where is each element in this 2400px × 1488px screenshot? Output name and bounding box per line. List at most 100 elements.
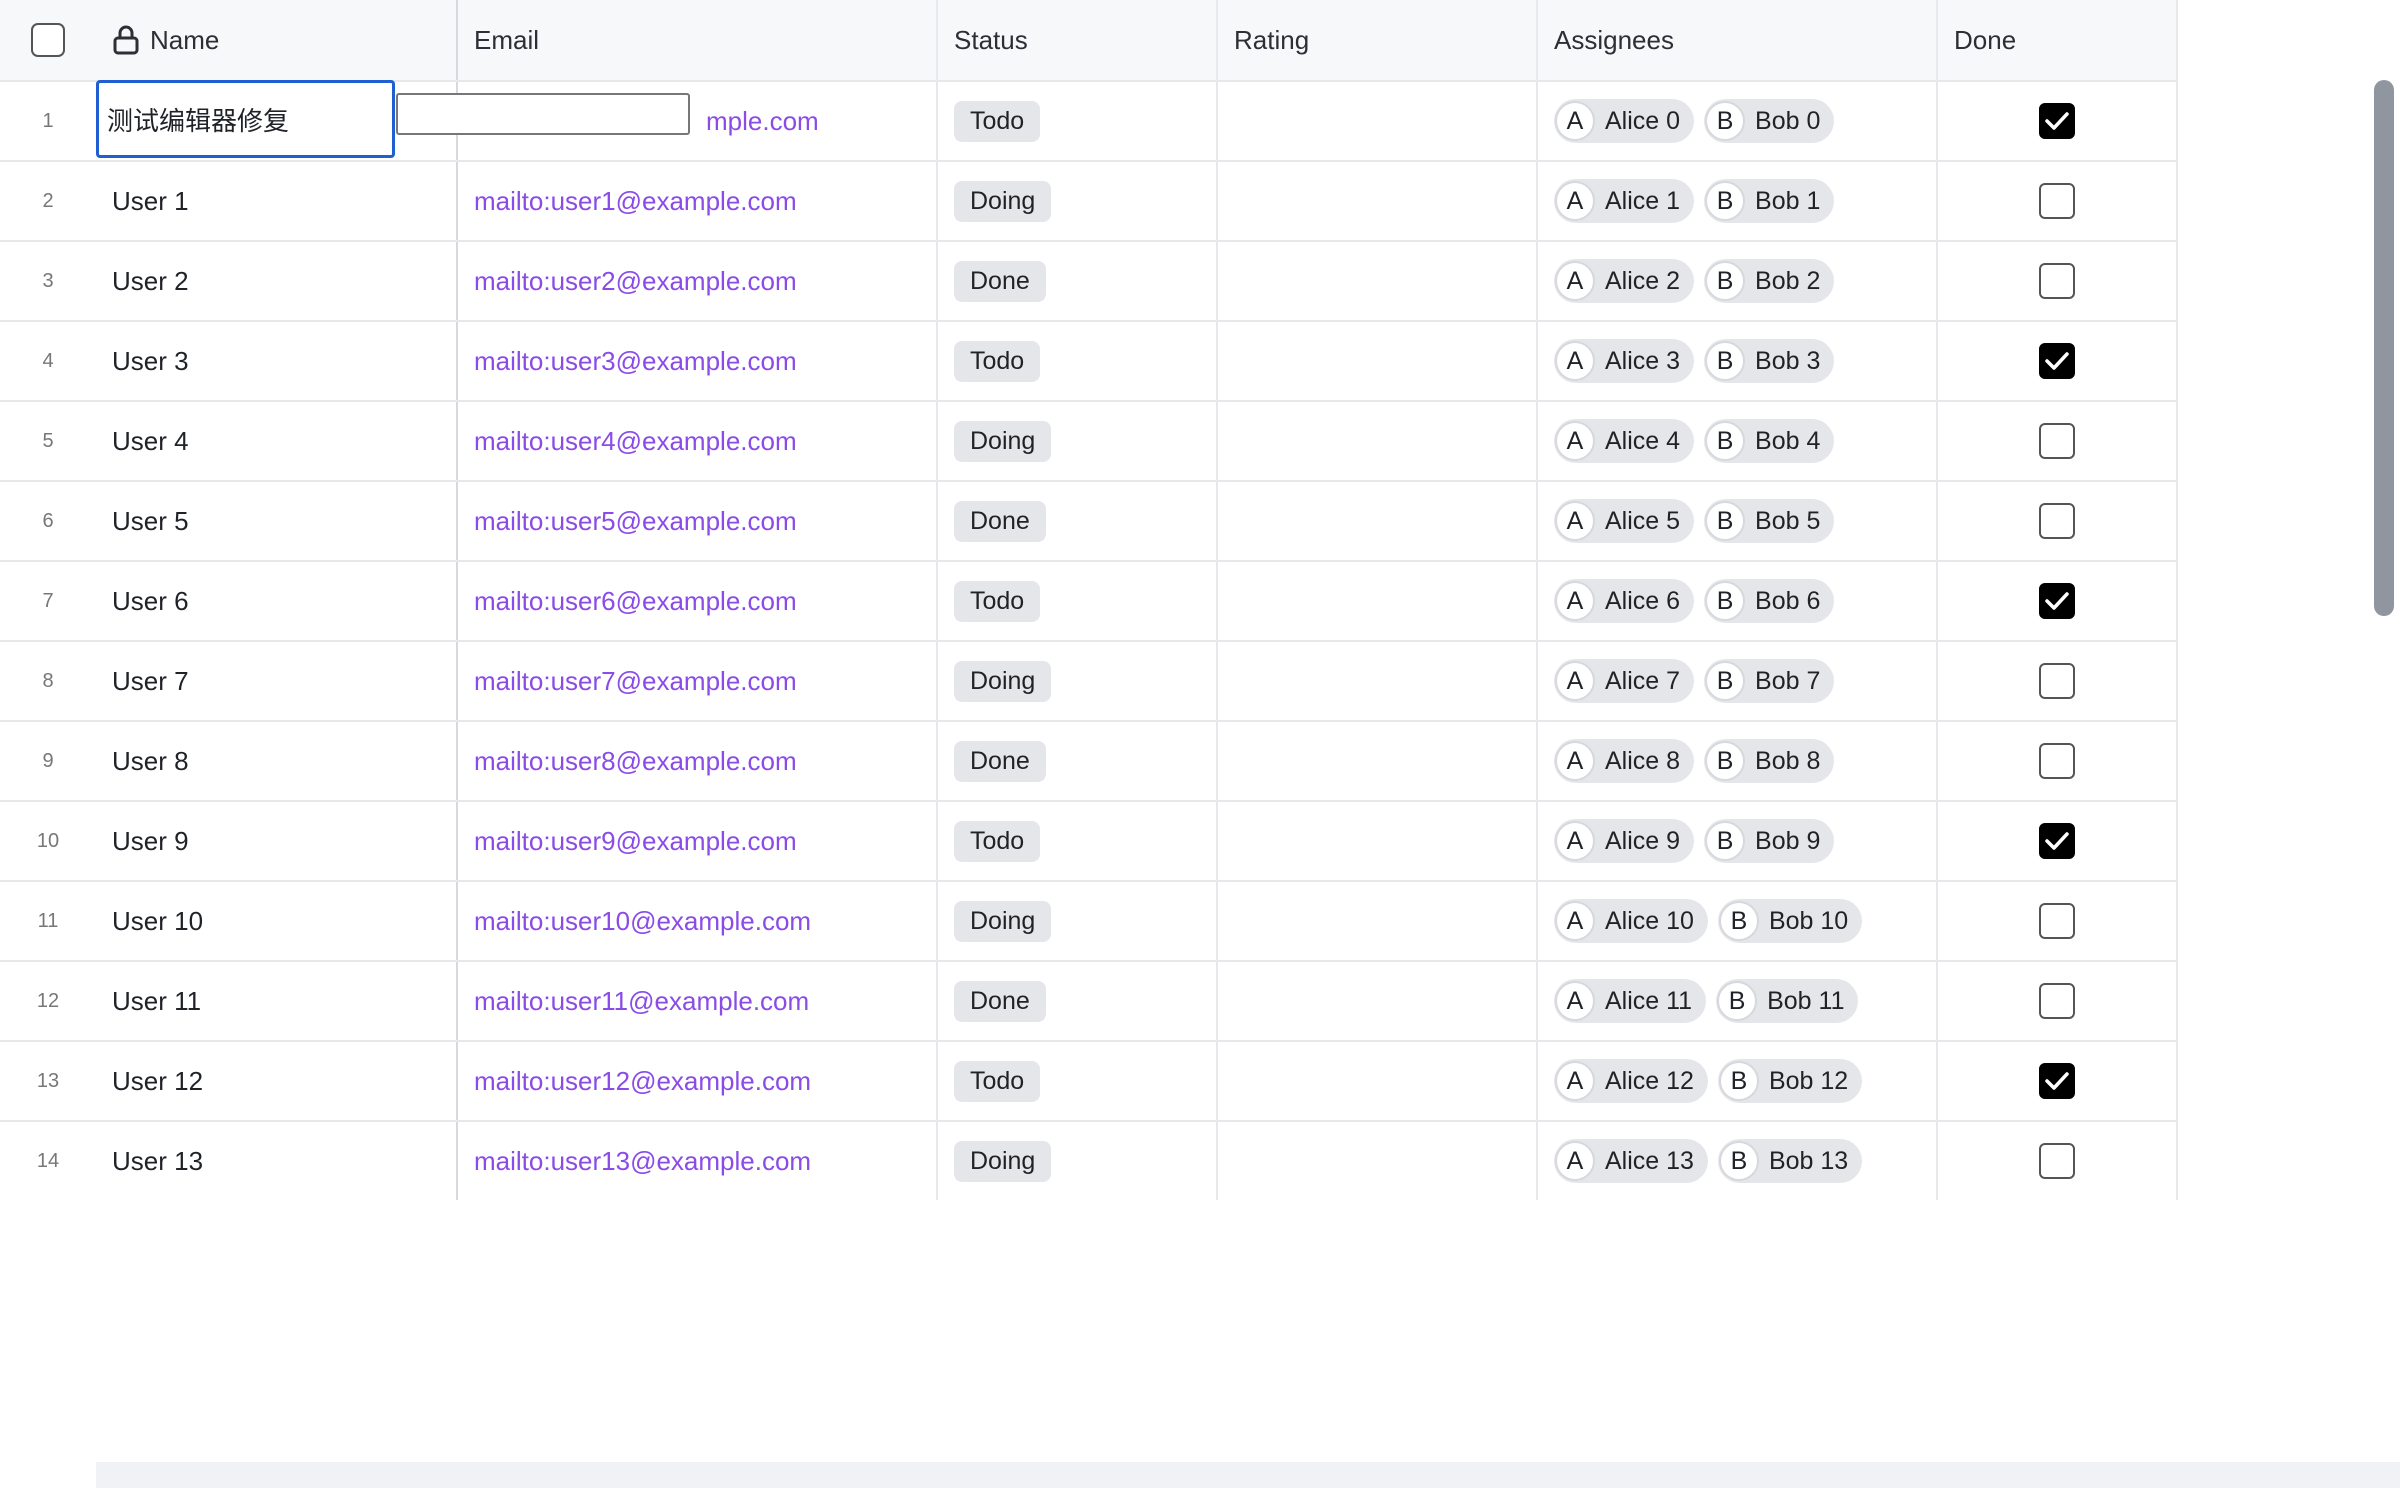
done-cell[interactable] bbox=[1938, 1042, 2178, 1120]
name-cell[interactable]: User 10 bbox=[96, 882, 458, 960]
rating-cell[interactable] bbox=[1218, 562, 1538, 640]
rating-cell[interactable] bbox=[1218, 642, 1538, 720]
done-cell[interactable] bbox=[1938, 322, 2178, 400]
table-row[interactable]: 2 User 1 mailto:user1@example.com Doing … bbox=[0, 162, 2178, 242]
header-status[interactable]: Status bbox=[938, 0, 1218, 80]
done-cell[interactable] bbox=[1938, 82, 2178, 160]
name-cell-editor[interactable]: 测试编辑器修复 bbox=[96, 80, 395, 158]
email-link[interactable]: mailto:user8@example.com bbox=[474, 746, 797, 777]
done-cell[interactable] bbox=[1938, 242, 2178, 320]
email-link[interactable]: mailto:user1@example.com bbox=[474, 186, 797, 217]
table-row[interactable]: 12 User 11 mailto:user11@example.com Don… bbox=[0, 962, 2178, 1042]
email-link[interactable]: mailto:user4@example.com bbox=[474, 426, 797, 457]
status-cell[interactable]: Doing bbox=[938, 162, 1218, 240]
done-checkbox[interactable] bbox=[2039, 1063, 2075, 1099]
rating-cell[interactable] bbox=[1218, 242, 1538, 320]
done-cell[interactable] bbox=[1938, 562, 2178, 640]
assignees-cell[interactable]: A Alice 4 B Bob 4 bbox=[1538, 402, 1938, 480]
assignees-cell[interactable]: A Alice 3 B Bob 3 bbox=[1538, 322, 1938, 400]
assignees-cell[interactable]: A Alice 13 B Bob 13 bbox=[1538, 1122, 1938, 1200]
table-row[interactable]: 3 User 2 mailto:user2@example.com Done A… bbox=[0, 242, 2178, 322]
email-link[interactable]: mailto:user5@example.com bbox=[474, 506, 797, 537]
name-cell[interactable]: User 9 bbox=[96, 802, 458, 880]
email-link[interactable]: mailto:user9@example.com bbox=[474, 826, 797, 857]
email-link[interactable]: mailto:user12@example.com bbox=[474, 1066, 811, 1097]
table-row[interactable]: 11 User 10 mailto:user10@example.com Doi… bbox=[0, 882, 2178, 962]
assignees-cell[interactable]: A Alice 9 B Bob 9 bbox=[1538, 802, 1938, 880]
done-checkbox[interactable] bbox=[2039, 103, 2075, 139]
rating-cell[interactable] bbox=[1218, 802, 1538, 880]
assignees-cell[interactable]: A Alice 8 B Bob 8 bbox=[1538, 722, 1938, 800]
table-row[interactable]: 5 User 4 mailto:user4@example.com Doing … bbox=[0, 402, 2178, 482]
name-cell[interactable]: User 1 bbox=[96, 162, 458, 240]
email-cell[interactable]: mailto:user8@example.com bbox=[458, 722, 938, 800]
vertical-scrollbar-thumb[interactable] bbox=[2374, 80, 2394, 616]
done-checkbox[interactable] bbox=[2039, 743, 2075, 779]
assignees-cell[interactable]: A Alice 0 B Bob 0 bbox=[1538, 82, 1938, 160]
assignees-cell[interactable]: A Alice 7 B Bob 7 bbox=[1538, 642, 1938, 720]
status-cell[interactable]: Done bbox=[938, 242, 1218, 320]
done-checkbox[interactable] bbox=[2039, 823, 2075, 859]
email-cell[interactable]: mailto:user1@example.com bbox=[458, 162, 938, 240]
status-cell[interactable]: Done bbox=[938, 962, 1218, 1040]
done-checkbox[interactable] bbox=[2039, 583, 2075, 619]
header-assignees[interactable]: Assignees bbox=[1538, 0, 1938, 80]
email-link[interactable]: mailto:user2@example.com bbox=[474, 266, 797, 297]
email-link[interactable]: mailto:user6@example.com bbox=[474, 586, 797, 617]
name-cell[interactable]: User 12 bbox=[96, 1042, 458, 1120]
email-cell[interactable]: mailto:user10@example.com bbox=[458, 882, 938, 960]
assignees-cell[interactable]: A Alice 10 B Bob 10 bbox=[1538, 882, 1938, 960]
status-cell[interactable]: Doing bbox=[938, 642, 1218, 720]
rating-cell[interactable] bbox=[1218, 162, 1538, 240]
header-name[interactable]: Name bbox=[96, 0, 458, 80]
table-row[interactable]: 13 User 12 mailto:user12@example.com Tod… bbox=[0, 1042, 2178, 1122]
done-cell[interactable] bbox=[1938, 962, 2178, 1040]
email-link[interactable]: mailto:user7@example.com bbox=[474, 666, 797, 697]
name-cell[interactable]: User 7 bbox=[96, 642, 458, 720]
done-checkbox[interactable] bbox=[2039, 663, 2075, 699]
horizontal-scrollbar[interactable] bbox=[96, 1462, 2400, 1488]
status-cell[interactable]: Doing bbox=[938, 1122, 1218, 1200]
email-link[interactable]: mailto:user13@example.com bbox=[474, 1146, 811, 1177]
email-cell[interactable]: mailto:user12@example.com bbox=[458, 1042, 938, 1120]
email-link[interactable]: mailto:user11@example.com bbox=[474, 986, 809, 1017]
done-checkbox[interactable] bbox=[2039, 1143, 2075, 1179]
name-cell[interactable]: User 6 bbox=[96, 562, 458, 640]
status-cell[interactable]: Todo bbox=[938, 1042, 1218, 1120]
done-cell[interactable] bbox=[1938, 802, 2178, 880]
email-link[interactable]: mailto:user3@example.com bbox=[474, 346, 797, 377]
email-cell[interactable]: mailto:user3@example.com bbox=[458, 322, 938, 400]
name-cell[interactable]: User 5 bbox=[96, 482, 458, 560]
done-cell[interactable] bbox=[1938, 642, 2178, 720]
assignees-cell[interactable]: A Alice 1 B Bob 1 bbox=[1538, 162, 1938, 240]
done-checkbox[interactable] bbox=[2039, 903, 2075, 939]
table-row[interactable]: 8 User 7 mailto:user7@example.com Doing … bbox=[0, 642, 2178, 722]
select-all-checkbox[interactable] bbox=[31, 23, 65, 57]
email-cell[interactable]: mailto:user9@example.com bbox=[458, 802, 938, 880]
name-cell[interactable]: User 8 bbox=[96, 722, 458, 800]
rating-cell[interactable] bbox=[1218, 402, 1538, 480]
done-checkbox[interactable] bbox=[2039, 983, 2075, 1019]
email-cell[interactable]: mailto:user11@example.com bbox=[458, 962, 938, 1040]
name-cell[interactable]: User 3 bbox=[96, 322, 458, 400]
overlay-text-input[interactable] bbox=[396, 93, 690, 135]
assignees-cell[interactable]: A Alice 12 B Bob 12 bbox=[1538, 1042, 1938, 1120]
status-cell[interactable]: Doing bbox=[938, 402, 1218, 480]
email-cell[interactable]: mailto:user2@example.com bbox=[458, 242, 938, 320]
header-rating[interactable]: Rating bbox=[1218, 0, 1538, 80]
table-row[interactable]: 14 User 13 mailto:user13@example.com Doi… bbox=[0, 1122, 2178, 1200]
rating-cell[interactable] bbox=[1218, 882, 1538, 960]
assignees-cell[interactable]: A Alice 6 B Bob 6 bbox=[1538, 562, 1938, 640]
rating-cell[interactable] bbox=[1218, 1122, 1538, 1200]
email-link[interactable]: mailto:user10@example.com bbox=[474, 906, 811, 937]
email-cell[interactable]: mailto:user7@example.com bbox=[458, 642, 938, 720]
rating-cell[interactable] bbox=[1218, 962, 1538, 1040]
done-checkbox[interactable] bbox=[2039, 423, 2075, 459]
table-row[interactable]: 6 User 5 mailto:user5@example.com Done A… bbox=[0, 482, 2178, 562]
status-cell[interactable]: Done bbox=[938, 722, 1218, 800]
status-cell[interactable]: Doing bbox=[938, 882, 1218, 960]
done-checkbox[interactable] bbox=[2039, 343, 2075, 379]
assignees-cell[interactable]: A Alice 2 B Bob 2 bbox=[1538, 242, 1938, 320]
name-cell[interactable]: User 4 bbox=[96, 402, 458, 480]
status-cell[interactable]: Todo bbox=[938, 802, 1218, 880]
